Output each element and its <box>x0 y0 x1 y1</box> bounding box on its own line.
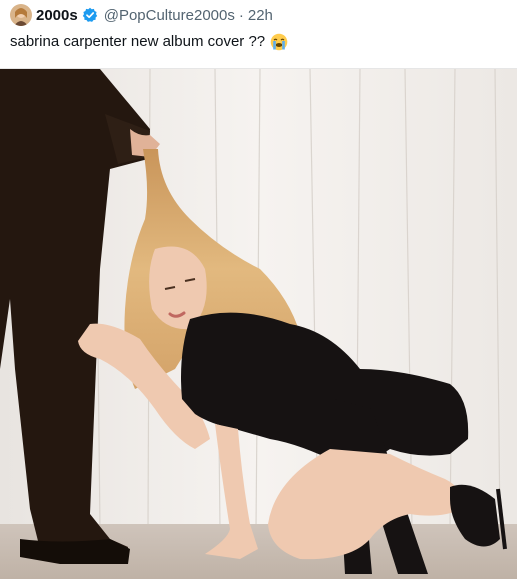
verified-badge-icon <box>82 7 98 23</box>
display-name[interactable]: 2000s <box>36 7 78 24</box>
tweet-header: 2000s @PopCulture2000s · 22h <box>10 4 273 26</box>
separator-dot: · <box>238 6 244 24</box>
handle[interactable]: @PopCulture2000s <box>104 7 235 24</box>
photo-illustration <box>0 69 517 579</box>
timestamp[interactable]: 22h <box>248 7 273 24</box>
avatar[interactable] <box>10 4 32 26</box>
tweet-text-content: sabrina carpenter new album cover ?? <box>10 33 266 50</box>
tweet-text: sabrina carpenter new album cover ?? <box>10 32 288 52</box>
tweet[interactable]: 2000s @PopCulture2000s · 22h sabrina car… <box>0 0 517 579</box>
tweet-photo[interactable] <box>0 68 517 579</box>
loudly-crying-face-icon <box>270 33 288 51</box>
